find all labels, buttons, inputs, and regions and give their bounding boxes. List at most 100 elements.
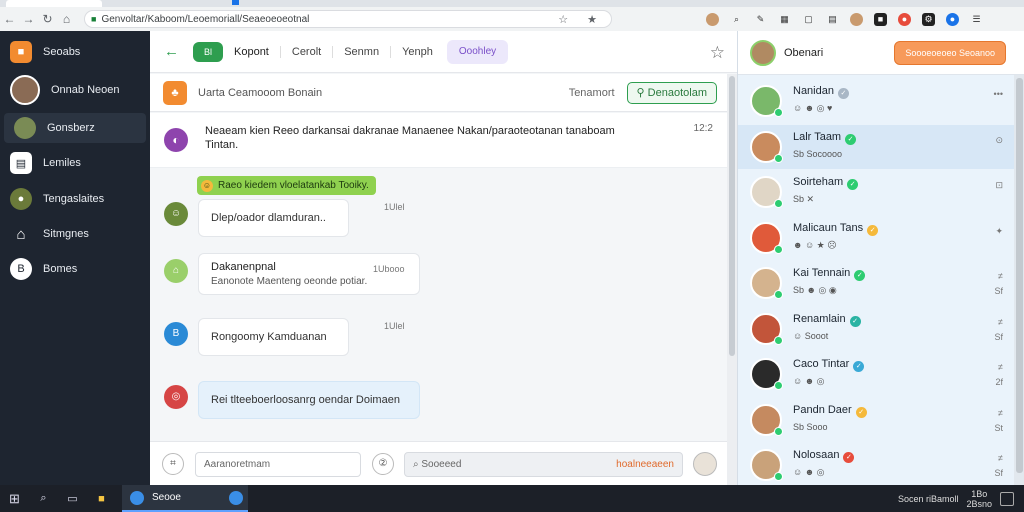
contact-meta[interactable]: ≠ Sf [994, 269, 1003, 299]
taskbar-app-active[interactable]: Seooe [122, 485, 248, 512]
contact-menu-icon[interactable]: ⊙ [995, 133, 1003, 148]
task-view-icon[interactable]: ▭ [58, 492, 87, 505]
message-bubble[interactable]: Rongoomy Kamduanan [198, 318, 349, 356]
contact-menu-icon[interactable]: ≠ [995, 360, 1003, 375]
contact-menu-icon[interactable]: ≠ [994, 451, 1003, 466]
contact-meta[interactable]: ≠ St [994, 406, 1003, 436]
chat-scrollbar[interactable] [727, 74, 737, 485]
tab-active[interactable]: Ooohley [446, 39, 509, 64]
extension-bar: ⌕ ✎ ▦ ▢ ▤ ■ ● ⚙ ● ☰ [700, 7, 1024, 31]
contact-menu-icon[interactable]: ≠ [994, 315, 1003, 330]
message-bubble[interactable]: Rei tlteeboerloosanrg oendar Doimaen [198, 381, 420, 419]
contact-item[interactable]: Soirteham ✓ Sb ✕ ⊡ [738, 170, 1014, 214]
contact-item[interactable]: Renamlain ✓ ☺ Sooot ≠ Sf [738, 307, 1014, 351]
browser-extension-icon[interactable]: ● [946, 12, 959, 26]
home-icon[interactable]: ⌂ [57, 12, 76, 26]
contact-item[interactable]: Caco Tintar ✓ ☺ ☻ ◎ ≠ 2f [738, 352, 1014, 396]
sidebar-item-store[interactable]: ⌂ Sitmgnes [0, 219, 150, 249]
user-extension-icon[interactable] [850, 12, 863, 26]
contact-meta[interactable]: ⊙ [995, 133, 1003, 148]
folder-icon[interactable]: ■ [87, 493, 116, 505]
bookmark-icon[interactable]: ☆ ★ [558, 13, 605, 26]
chat-name: Uarta Ceamooom Bonain [198, 86, 323, 99]
menu-icon[interactable]: ☰ [970, 13, 983, 26]
alert-extension-icon[interactable]: ● [898, 12, 911, 26]
contacts-scrollbar[interactable] [1014, 75, 1024, 485]
contact-menu-icon[interactable]: ⊡ [995, 178, 1003, 193]
mention-icon[interactable]: ② [372, 453, 394, 475]
pinned-time: 12:2 [693, 123, 713, 134]
tab-link-2[interactable]: Senmn [332, 45, 379, 58]
attach-icon[interactable]: ⌗ [162, 453, 184, 475]
search-icon[interactable]: ⌕ [730, 13, 743, 26]
contact-item[interactable]: Nolosaan ✓ ☺ ☻ ◎ ≠ Sf [738, 443, 1014, 487]
search-placeholder: Sooeeed [421, 459, 462, 470]
search-icon[interactable]: ⌕ [29, 492, 58, 505]
composer-avatar[interactable] [693, 452, 717, 476]
contact-meta[interactable]: ⊡ [995, 178, 1003, 193]
star-outline-icon[interactable]: ☆ [710, 43, 725, 63]
contact-item[interactable]: Pandn Daer ✓ Sb Sooo ≠ St [738, 398, 1014, 442]
contact-meta[interactable]: ✦ [995, 224, 1003, 239]
contacts-header-button[interactable]: Soooeoeoeo Seoanoo [894, 40, 1006, 65]
notification-icon[interactable] [1000, 491, 1014, 506]
contact-meta[interactable]: ≠ 2f [995, 360, 1003, 390]
message-avatar[interactable]: ☺ [164, 202, 188, 226]
sidebar-item-contacts[interactable]: Gonsberz [4, 113, 146, 143]
message-avatar[interactable]: B [164, 322, 188, 346]
contact-name: Nolosaan [793, 449, 840, 461]
user-avatar [10, 75, 40, 105]
taskbar-app-label: Seooe [152, 492, 181, 503]
contact-item[interactable]: Malicaun Tans ✓ ☻ ☺ ★ ☹ ✦ [738, 216, 1014, 260]
sidebar-item-settings[interactable]: ● Tengaslaites [0, 184, 150, 214]
contact-menu-icon[interactable]: ≠ [994, 269, 1003, 284]
browser-tab[interactable] [6, 0, 102, 7]
contact-menu-icon[interactable]: ✦ [995, 224, 1003, 239]
contact-item[interactable]: Nanidan ✓ ☺ ☻ ◎ ♥ ••• [738, 79, 1014, 123]
reload-icon[interactable]: ↻ [38, 12, 57, 26]
sidebar-item-files[interactable]: ▤ Lemiles [0, 148, 150, 178]
clock[interactable]: 1Bo 2Bsno [966, 489, 992, 509]
action-button[interactable]: ⚲ Denaotolam [626, 81, 717, 104]
window-icon[interactable]: ▢ [802, 13, 815, 26]
address-bar[interactable]: ■ Genvoltar/Kaboom/Leoemoriall/Seaeoeoeo… [84, 10, 612, 28]
sidebar-item-profile[interactable]: Onnab Neoen [0, 73, 150, 107]
sidebar-item-label: Lemiles [43, 157, 81, 169]
app-extension-icon[interactable]: ■ [874, 12, 887, 26]
profile-avatar-icon[interactable] [706, 12, 719, 26]
settings-extension-icon[interactable]: ⚙ [922, 12, 935, 26]
contact-name-row: Renamlain ✓ [793, 313, 861, 327]
message-input[interactable]: Aaranoretmam [195, 452, 361, 477]
search-input[interactable]: ⌕ Sooeeed hoalneeaeen [404, 452, 683, 477]
windows-start-icon[interactable]: ⊞ [0, 491, 29, 507]
contact-meta[interactable]: ••• [994, 87, 1003, 102]
sidebar-item-app[interactable]: ■ Seoabs [0, 37, 150, 67]
tab-link-3[interactable]: Yenph [390, 45, 433, 58]
back-arrow-icon[interactable]: ← [164, 43, 179, 60]
contact-menu-icon[interactable]: ≠ [994, 406, 1003, 421]
header-avatar[interactable] [750, 39, 776, 66]
message-bubble[interactable]: Dlep/oador dlamduran.. [198, 199, 349, 237]
green-badge-button[interactable]: Bl [193, 41, 223, 62]
forward-icon[interactable]: → [19, 12, 38, 26]
contact-item[interactable]: Kai Tennain ✓ Sb ☻ ◎ ◉ ≠ Sf [738, 261, 1014, 305]
message-text: Dlep/oador dlamduran.. [211, 212, 326, 224]
calendar-icon[interactable]: ▤ [826, 13, 839, 26]
contact-meta[interactable]: ≠ Sf [994, 451, 1003, 481]
contact-meta[interactable]: ≠ Sf [994, 315, 1003, 345]
pen-icon[interactable]: ✎ [754, 13, 767, 26]
pinned-message[interactable]: ◐ Neaeam kien Reeo darkansai dakranae Ma… [150, 113, 727, 168]
scrollbar-thumb[interactable] [729, 76, 735, 356]
contact-item[interactable]: Lalr Taam ✓ Sb Socoooo ⊙ [738, 124, 1014, 169]
grid-icon[interactable]: ▦ [778, 13, 791, 26]
system-notice: ☺ Raeo kiedem vloelatankab Tooiky. [197, 176, 376, 195]
sidebar-item-bones[interactable]: B Bomes [0, 254, 150, 284]
message-avatar[interactable]: ⌂ [164, 259, 188, 283]
contact-menu-icon[interactable]: ••• [994, 87, 1003, 102]
sidebar-item-label: Bomes [43, 263, 78, 275]
scrollbar-thumb[interactable] [1016, 78, 1023, 473]
tab-link-1[interactable]: Cerolt [279, 45, 321, 58]
message-bubble[interactable]: Dakanenpnal Eanonote Maenteng oeonde pot… [198, 253, 420, 295]
message-avatar[interactable]: ◎ [164, 385, 188, 409]
back-icon[interactable]: ← [0, 12, 19, 26]
